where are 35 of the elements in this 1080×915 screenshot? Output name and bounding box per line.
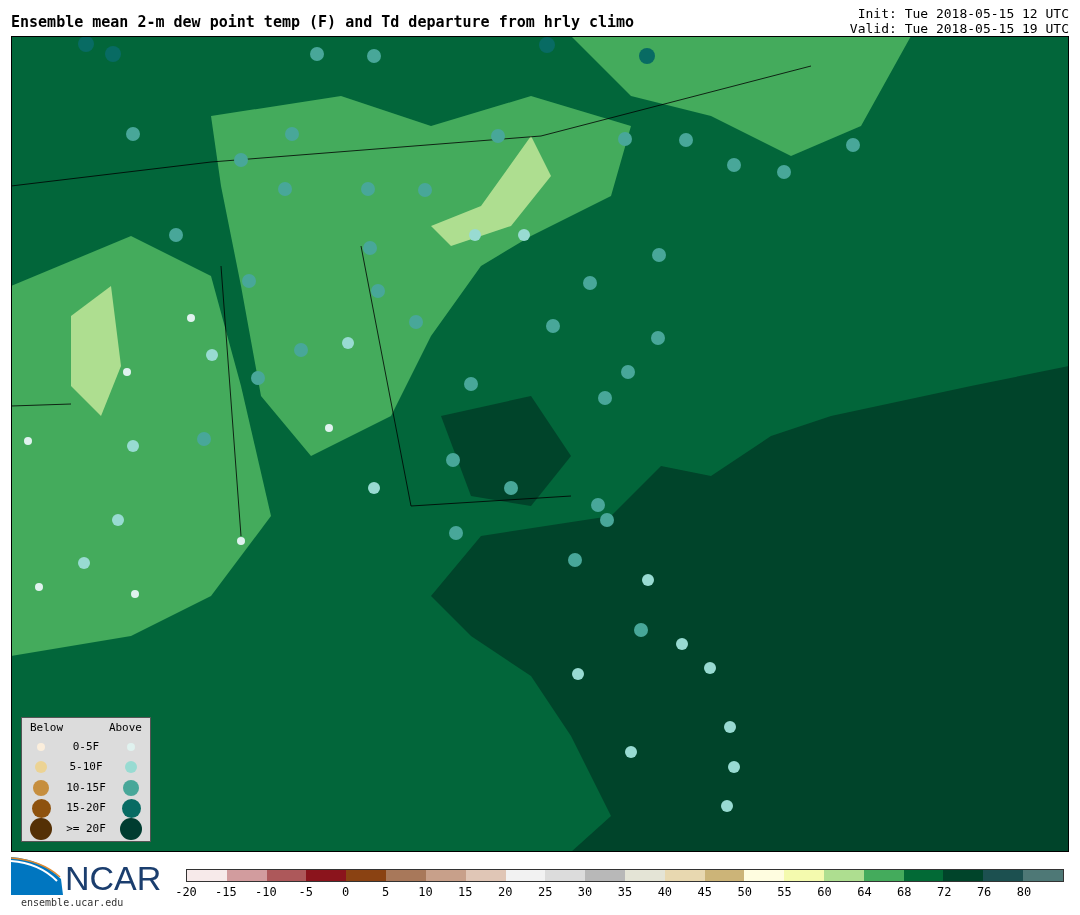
colorbar-tick-label: 60 (817, 884, 832, 901)
valid-time: Valid: Tue 2018-05-15 19 UTC (849, 21, 1069, 36)
colorbar-tick-label: -20 (175, 884, 197, 901)
colorbar-tick-label: 40 (657, 884, 673, 901)
legend-heading: Below (30, 720, 64, 736)
logo-swoosh-icon (11, 857, 63, 895)
colorbar-tick-label: 5 (381, 884, 390, 901)
colorbar-tick-label: 50 (737, 884, 752, 901)
logo-wordmark: NCAR (65, 861, 162, 895)
website-url: ensemble.ucar.edu (21, 896, 125, 910)
colorbar-tick-label: 55 (777, 884, 792, 901)
colorbar-tick-label: 76 (976, 884, 992, 901)
colorbar-tick-label: 72 (937, 884, 952, 901)
colorbar-tick-label: -5 (298, 884, 313, 901)
legend-label: 10-15F (65, 779, 107, 796)
colorbar-tick-label: 15 (458, 884, 473, 901)
colorbar-tick-label: 0 (342, 884, 350, 901)
colorbar-tick-label: 68 (897, 884, 912, 901)
colorbar-tick-label: 10 (418, 884, 433, 901)
colorbar-tick-label: 35 (617, 884, 633, 901)
chart-title: Ensemble mean 2-m dew point temp (F) and Td departure from hrly climo (11, 11, 635, 33)
legend-label: >= 20F (65, 820, 107, 837)
colorbar-tick-label: 80 (1016, 884, 1032, 901)
legend-label: 5-10F (68, 759, 104, 775)
colorbar-tick-label: -15 (215, 884, 237, 901)
colorbar-tick-label: 20 (498, 884, 513, 901)
colorbar-tick-label: 45 (697, 884, 712, 901)
colorbar-tick-label: 25 (537, 884, 553, 901)
colorbar-tick-label: -10 (254, 884, 277, 901)
colorbar-tick-label: 30 (577, 884, 593, 901)
legend-heading: Above (108, 720, 142, 736)
legend-label: 15-20F (65, 800, 107, 816)
colorbar-tick-label: 64 (857, 884, 872, 901)
legend-label: 0-5F (71, 738, 101, 755)
init-time: Init: Tue 2018-05-15 12 UTC (857, 6, 1069, 21)
